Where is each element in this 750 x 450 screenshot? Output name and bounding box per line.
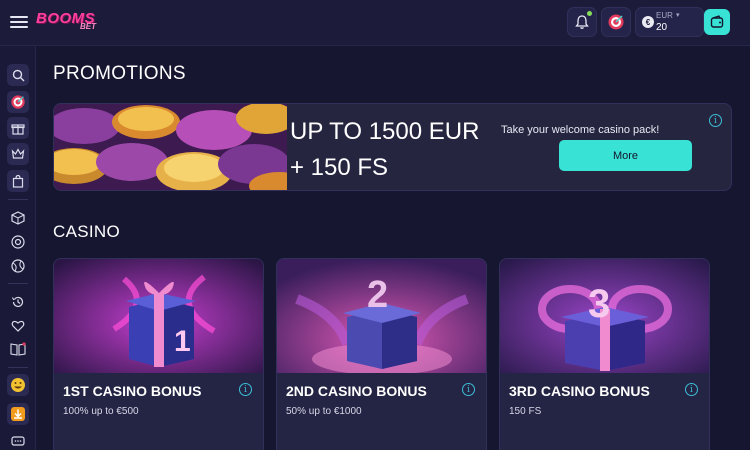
sidebar-item-favorites[interactable] <box>7 315 29 337</box>
menu-icon[interactable] <box>10 12 28 32</box>
card-description: 150 FS <box>509 406 542 417</box>
more-button[interactable]: More <box>559 140 692 171</box>
card-number-1: 1 <box>174 325 191 358</box>
sidebar-item-missions[interactable] <box>7 91 29 113</box>
logo-sub: BET <box>80 22 96 31</box>
promo-heading: UP TO 1500 EUR + 150 FS <box>290 114 500 186</box>
info-icon[interactable]: i <box>239 383 252 396</box>
currency-label: EUR <box>656 11 673 20</box>
target-icon <box>608 14 624 30</box>
sidebar-item-blog[interactable] <box>7 338 29 360</box>
chat-icon <box>11 436 25 446</box>
dice-icon <box>11 211 25 225</box>
search-button[interactable] <box>7 64 29 86</box>
card-title: 2ND CASINO BONUS <box>286 383 427 399</box>
casino-title: CASINO <box>53 222 120 241</box>
bag-icon <box>12 174 24 188</box>
chevron-down-icon: ▾ <box>676 12 680 19</box>
sidebar-item-promo-emoji[interactable] <box>7 374 29 396</box>
sidebar <box>0 46 36 450</box>
sidebar-item-sports[interactable] <box>7 255 29 277</box>
card-title: 3RD CASINO BONUS <box>509 383 650 399</box>
notification-dot <box>587 11 592 16</box>
sidebar-divider <box>8 367 28 368</box>
sidebar-divider <box>8 283 28 284</box>
balance-amount: 20 <box>656 22 668 33</box>
promo-banner[interactable]: UP TO 1500 EUR + 150 FS Take your welcom… <box>53 103 732 191</box>
promo-subtitle: Take your welcome casino pack! <box>501 124 660 136</box>
currency-icon: € <box>642 16 654 28</box>
promo-heading-line1: UP TO 1500 EUR <box>290 118 480 145</box>
sidebar-item-bonuses[interactable] <box>7 117 29 139</box>
sidebar-item-download[interactable] <box>7 403 29 425</box>
gift-box-3-image: 3 <box>500 259 709 373</box>
wallet-icon <box>710 15 724 28</box>
sidebar-item-vip[interactable] <box>7 143 29 165</box>
balance-selector[interactable]: € EUR ▾ 20 <box>635 7 704 37</box>
search-icon <box>12 69 24 81</box>
roulette-icon <box>11 235 25 249</box>
card-number-3: 3 <box>588 282 610 326</box>
wallet-button[interactable] <box>704 9 730 35</box>
card-number-2: 2 <box>367 274 388 316</box>
info-icon[interactable]: i <box>685 383 698 396</box>
top-header: BOOMS BET € EUR ▾ 20 <box>0 0 750 46</box>
heart-icon <box>11 320 25 332</box>
emoji-icon <box>11 378 25 392</box>
logo[interactable]: BOOMS BET <box>36 10 106 36</box>
download-icon <box>11 407 25 421</box>
casino-bonus-card-3[interactable]: 3 3RD CASINO BONUS 150 FS i <box>499 258 710 450</box>
card-description: 50% up to €1000 <box>286 406 362 417</box>
casino-bonus-card-1[interactable]: 1 1ST CASINO BONUS 100% up to €500 i <box>53 258 264 450</box>
sidebar-item-casino[interactable] <box>7 207 29 229</box>
sidebar-item-shop[interactable] <box>7 170 29 192</box>
sidebar-divider <box>8 199 28 200</box>
history-icon <box>12 296 24 308</box>
promotions-title: PROMOTIONS <box>53 63 186 84</box>
target-icon <box>11 95 25 109</box>
info-icon[interactable]: i <box>462 383 475 396</box>
casino-bonus-card-2[interactable]: 2 2ND CASINO BONUS 50% up to €1000 i <box>276 258 487 450</box>
promo-heading-line2: + 150 FS <box>290 154 389 181</box>
card-description: 100% up to €500 <box>63 406 139 417</box>
coins-image <box>54 104 309 190</box>
book-icon <box>10 342 26 356</box>
sports-ball-icon <box>11 259 25 273</box>
card-title: 1ST CASINO BONUS <box>63 383 202 399</box>
bell-icon <box>575 15 589 29</box>
missions-button[interactable] <box>601 7 631 37</box>
info-icon[interactable]: i <box>709 114 722 127</box>
sidebar-item-support[interactable] <box>7 431 29 450</box>
gift-box-1-image: 1 <box>54 259 263 373</box>
sidebar-item-live-casino[interactable] <box>7 231 29 253</box>
crown-icon <box>11 148 25 159</box>
sidebar-item-history[interactable] <box>7 291 29 313</box>
notifications-button[interactable] <box>567 7 597 37</box>
gift-icon <box>11 124 25 135</box>
gift-box-2-image: 2 <box>277 259 486 375</box>
